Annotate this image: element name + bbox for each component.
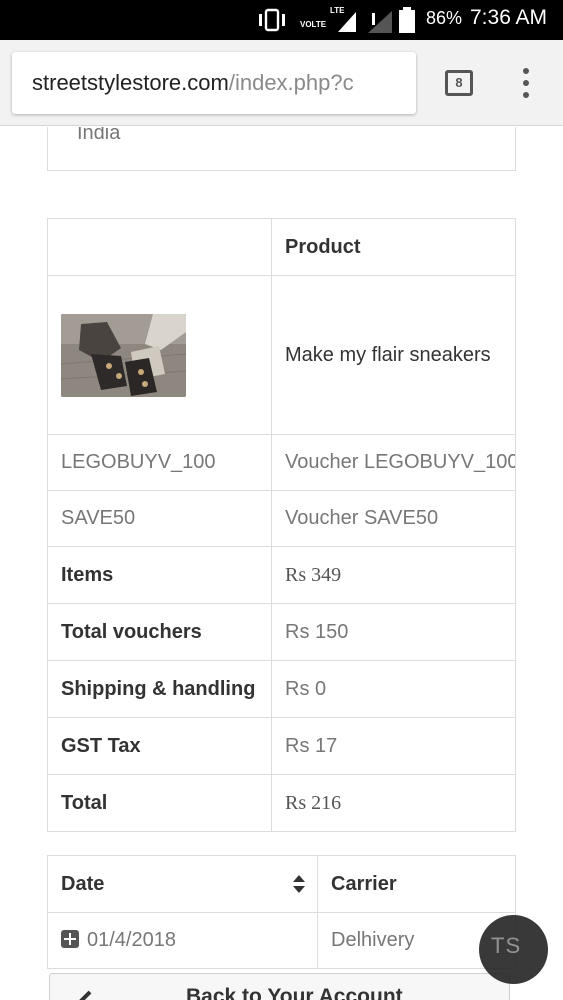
url-text[interactable]: streetstylestore.com/index.php?c <box>32 70 354 96</box>
total-label: Total <box>47 774 272 832</box>
battery-percent: 86% <box>426 8 463 28</box>
address-block: India <box>47 127 516 171</box>
voucher-name: Voucher LEGOBUYV_100 <box>271 434 516 491</box>
voucher-row: LEGOBUYV_100 Voucher LEGOBUYV_100 <box>47 434 516 491</box>
browser-toolbar: streetstylestore.com/index.php?c 8 <box>0 40 563 126</box>
product-image[interactable] <box>61 313 186 397</box>
total-value: Rs 0 <box>271 660 516 718</box>
grand-total-row: Total Rs 216 <box>47 774 516 832</box>
shipping-row: 01/4/2018 Delhivery <box>47 912 516 969</box>
battery-icon <box>399 7 415 33</box>
header-image-cell <box>47 218 272 276</box>
sneaker-photo <box>61 313 186 397</box>
total-items-row: Items Rs 349 <box>47 546 516 604</box>
shipping-date-cell: 01/4/2018 <box>47 912 318 969</box>
volte-signal: LTE VOLTE <box>300 6 358 34</box>
product-image-cell <box>47 275 272 435</box>
back-to-account-button[interactable]: Back to Your Account <box>49 973 510 1000</box>
address-country: India <box>77 127 121 144</box>
order-table-header: Product <box>47 218 516 276</box>
shipping-table: Date Carrier 01/4/2018 Delhivery <box>47 855 516 969</box>
watermark-text: TS <box>491 933 522 958</box>
voucher-code: SAVE50 <box>47 490 272 547</box>
total-value: Rs 349 <box>271 546 516 604</box>
shipping-row: Shipping & handling Rs 0 <box>47 660 516 718</box>
back-to-account-label: Back to Your Account <box>186 985 403 1000</box>
gst-tax-row: GST Tax Rs 17 <box>47 717 516 775</box>
voucher-code: LEGOBUYV_100 <box>47 434 272 491</box>
total-label: GST Tax <box>47 717 272 775</box>
product-name: Make my flair sneakers <box>271 275 516 435</box>
order-details-table: Product Make my flair sneakers LEGOBUYV_… <box>47 218 516 832</box>
address-bar[interactable]: streetstylestore.com/index.php?c <box>12 52 416 114</box>
total-value: Rs 150 <box>271 603 516 661</box>
shipping-table-header: Date Carrier <box>47 855 516 913</box>
voucher-row: SAVE50 Voucher SAVE50 <box>47 490 516 547</box>
product-row: Make my flair sneakers <box>47 275 516 435</box>
url-host: streetstylestore.com <box>32 70 229 95</box>
total-vouchers-row: Total vouchers Rs 150 <box>47 603 516 661</box>
header-date-label: Date <box>61 872 105 895</box>
signal-icon <box>338 12 356 32</box>
clock: 7:36 AM <box>470 6 548 29</box>
total-label: Shipping & handling <box>47 660 272 718</box>
voucher-name: Voucher SAVE50 <box>271 490 516 547</box>
expand-plus-icon[interactable] <box>61 930 79 948</box>
sort-icon[interactable] <box>292 874 306 894</box>
chevron-left-icon <box>79 990 92 1000</box>
total-value: Rs 17 <box>271 717 516 775</box>
total-value: Rs 216 <box>271 774 516 832</box>
status-bar: LTE VOLTE 86% 7:36 AM <box>0 0 563 40</box>
header-carrier: Carrier <box>317 855 516 913</box>
overflow-menu-icon[interactable] <box>514 66 538 100</box>
watermark-badge: TS <box>479 915 548 984</box>
page-content: India Product Make my flair sneakers LEG… <box>0 127 563 1000</box>
signal-weak-icon <box>368 11 392 33</box>
header-date[interactable]: Date <box>47 855 318 913</box>
vibrate-icon <box>259 8 285 32</box>
tab-switcher-button[interactable]: 8 <box>445 70 473 96</box>
shipping-date: 01/4/2018 <box>87 929 176 951</box>
url-path: /index.php?c <box>228 70 354 95</box>
total-label: Items <box>47 546 272 604</box>
total-label: Total vouchers <box>47 603 272 661</box>
header-product: Product <box>271 218 516 276</box>
